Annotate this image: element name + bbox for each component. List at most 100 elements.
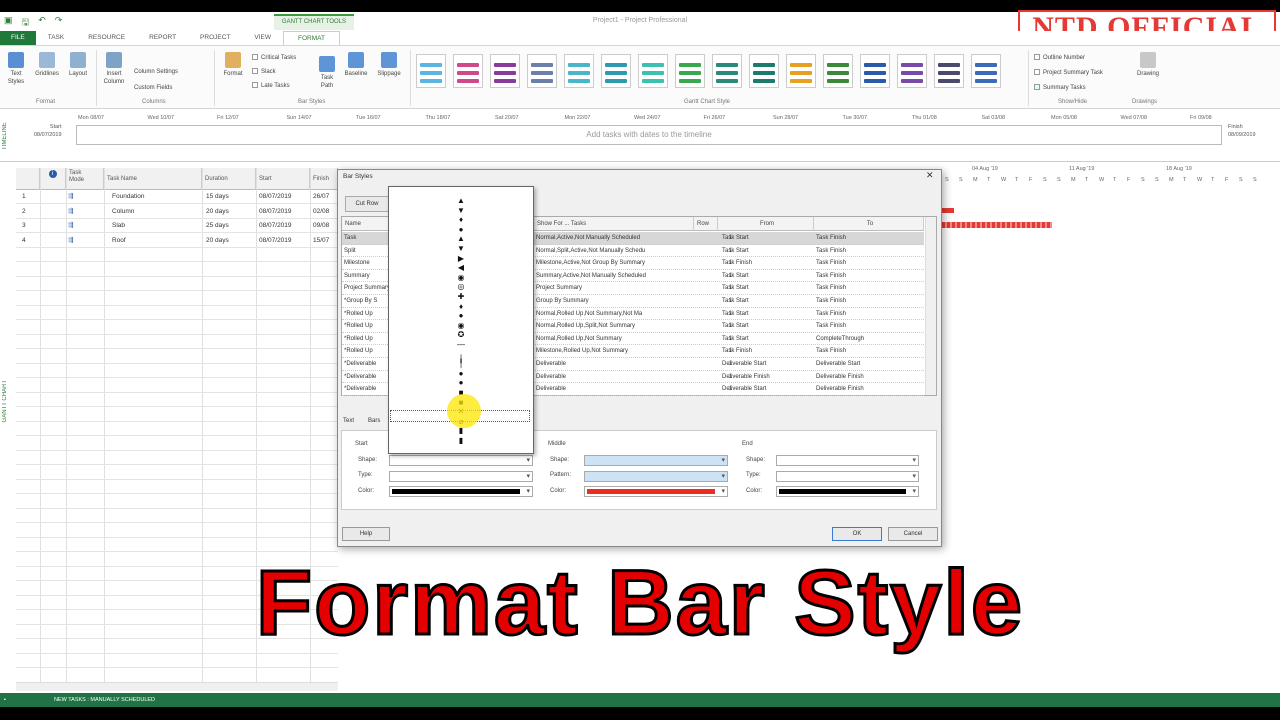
grid-horizontal-scrollbar[interactable] [16, 682, 338, 691]
gantt-style-11[interactable] [786, 54, 816, 88]
start-shape-select[interactable] [389, 455, 533, 466]
new-tasks-status[interactable]: NEW TASKS : MANUALLY SCHEDULED [54, 697, 155, 703]
shape-option[interactable]: ▶ [455, 254, 467, 263]
custom-fields-button[interactable]: Custom Fields [134, 84, 172, 92]
duration-cell[interactable]: 15 days [206, 190, 229, 204]
tab-report[interactable]: REPORT [137, 31, 188, 45]
table-row[interactable]: 1 Foundation 15 days 08/07/2019 26/07 ⇶ [16, 190, 338, 204]
start-cell[interactable]: 08/07/2019 [259, 205, 292, 219]
undo-icon[interactable]: ↶ [38, 15, 46, 31]
task-mode-header[interactable]: Task Mode [66, 168, 104, 190]
shape-option[interactable]: — [455, 341, 467, 349]
cancel-button[interactable]: Cancel [888, 527, 938, 541]
gantt-style-9[interactable] [712, 54, 742, 88]
table-row[interactable] [16, 480, 338, 494]
table-row[interactable]: 2 Column 20 days 08/07/2019 02/08 ⇶ [16, 205, 338, 219]
summary-tasks-checkbox[interactable]: Summary Tasks [1034, 84, 1086, 92]
shape-option[interactable]: ✚ [455, 293, 467, 301]
table-vertical-scrollbar[interactable] [925, 217, 936, 395]
gantt-style-15[interactable] [934, 54, 964, 88]
gantt-style-4[interactable] [527, 54, 557, 88]
finish-cell[interactable]: 26/07 [313, 190, 329, 204]
layout-button[interactable]: Layout [64, 52, 92, 78]
gantt-style-10[interactable] [749, 54, 779, 88]
finish-cell[interactable]: 09/08 [313, 219, 329, 233]
shape-option[interactable]: ● [455, 312, 467, 320]
tab-format[interactable]: FORMAT [283, 31, 340, 45]
gantt-style-12[interactable] [823, 54, 853, 88]
table-row[interactable] [16, 451, 338, 465]
gantt-style-3[interactable] [490, 54, 520, 88]
table-row[interactable] [16, 335, 338, 349]
shape-option[interactable]: ◉ [455, 321, 467, 330]
tab-resource[interactable]: RESOURCE [76, 31, 137, 45]
table-row[interactable] [16, 263, 338, 277]
critical-tasks-checkbox[interactable]: Critical Tasks [252, 54, 296, 62]
start-cell[interactable]: 08/07/2019 [259, 190, 292, 204]
gridlines-button[interactable]: Gridlines [32, 52, 62, 78]
table-row[interactable]: 3 Slab 25 days 08/07/2019 09/08 ⇶ [16, 219, 338, 233]
table-row[interactable] [16, 321, 338, 335]
ok-button[interactable]: OK [832, 527, 882, 541]
table-row[interactable] [16, 248, 338, 262]
task-name-cell[interactable]: Slab [112, 219, 125, 233]
tab-bars[interactable]: Bars [368, 418, 380, 424]
info-column-header[interactable]: i [40, 168, 66, 190]
table-row[interactable] [16, 422, 338, 436]
table-row[interactable] [16, 393, 338, 407]
shape-option[interactable]: ♦ [455, 216, 467, 224]
slippage-button[interactable]: Slippage [372, 52, 406, 78]
drawing-button[interactable]: Drawing [1132, 52, 1164, 78]
gantt-style-16[interactable] [971, 54, 1001, 88]
gantt-bar[interactable] [942, 222, 1052, 228]
shape-option[interactable]: ● [455, 369, 467, 378]
end-type-select[interactable] [776, 471, 919, 482]
gantt-style-8[interactable] [675, 54, 705, 88]
end-shape-select[interactable] [776, 455, 919, 466]
table-row[interactable] [16, 408, 338, 422]
task-name-cell[interactable]: Column [112, 205, 134, 219]
tab-task[interactable]: TASK [36, 31, 77, 45]
project-summary-checkbox[interactable]: Project Summary Task [1034, 69, 1103, 77]
help-button[interactable]: Help [342, 527, 390, 541]
gantt-style-6[interactable] [601, 54, 631, 88]
gantt-style-5[interactable] [564, 54, 594, 88]
table-row[interactable] [16, 292, 338, 306]
finish-cell[interactable]: 02/08 [313, 205, 329, 219]
gantt-style-13[interactable] [860, 54, 890, 88]
table-row[interactable] [16, 509, 338, 523]
duration-cell[interactable]: 20 days [206, 205, 229, 219]
tab-file[interactable]: FILE [0, 31, 36, 45]
shape-option[interactable]: ▼ [455, 245, 467, 253]
finish-cell[interactable]: 15/07 [313, 234, 329, 248]
shape-option[interactable]: ╿ [455, 360, 467, 368]
table-row[interactable] [16, 306, 338, 320]
shape-option[interactable]: ▮ [455, 427, 467, 435]
start-header[interactable]: Start [256, 168, 310, 190]
start-cell[interactable]: 08/07/2019 [259, 219, 292, 233]
middle-color-select[interactable] [584, 486, 728, 497]
gantt-style-2[interactable] [453, 54, 483, 88]
middle-pattern-select[interactable] [584, 471, 728, 482]
tab-project[interactable]: PROJECT [188, 31, 242, 45]
duration-cell[interactable]: 25 days [206, 219, 229, 233]
gantt-bar[interactable] [942, 208, 954, 213]
shape-option[interactable]: ▲ [455, 235, 467, 243]
tab-view[interactable]: VIEW [242, 31, 283, 45]
task-path-button[interactable]: Task Path [314, 56, 340, 90]
shape-option[interactable]: ♦ [455, 302, 467, 311]
start-type-select[interactable] [389, 471, 533, 482]
shape-option[interactable]: ▲ [455, 197, 467, 205]
shape-option[interactable]: ▼ [455, 206, 467, 215]
shape-option[interactable]: ● [455, 379, 467, 387]
gantt-style-1[interactable] [416, 54, 446, 88]
task-name-cell[interactable]: Roof [112, 234, 126, 248]
table-row[interactable] [16, 466, 338, 480]
table-row[interactable] [16, 495, 338, 509]
shape-option[interactable]: ▮ [455, 437, 467, 445]
outline-number-checkbox[interactable]: Outline Number [1034, 54, 1085, 62]
table-row[interactable] [16, 524, 338, 538]
slack-checkbox[interactable]: Slack [252, 68, 276, 76]
shape-option[interactable]: ◎ [455, 283, 467, 291]
shape-option[interactable]: ● [455, 225, 467, 234]
